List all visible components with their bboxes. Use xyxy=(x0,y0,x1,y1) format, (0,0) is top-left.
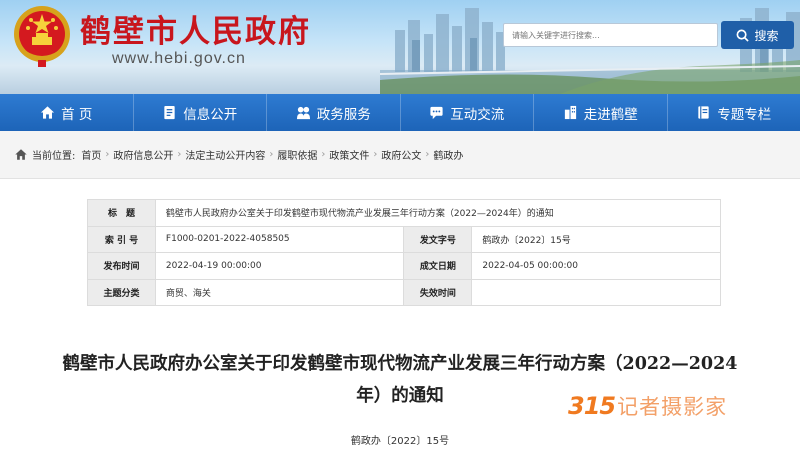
breadcrumb-separator: › xyxy=(425,149,430,160)
breadcrumb-item-official-docs[interactable]: 政府公文 xyxy=(381,147,421,162)
document-icon xyxy=(164,105,175,120)
created-value: 2022-04-05 00:00:00 xyxy=(471,252,721,280)
chat-icon xyxy=(430,106,443,120)
nav-item-about-hebi[interactable]: 走进鹤壁 xyxy=(534,94,668,131)
table-row: 主题分类 商贸、海关 失效时间 xyxy=(87,278,721,306)
table-row: 标 题 鹤壁市人民政府办公室关于印发鹤壁市现代物流产业发展三年行动方案（2022… xyxy=(87,199,722,227)
document-info-table: 标 题 鹤壁市人民政府办公室关于印发鹤壁市现代物流产业发展三年行动方案（2022… xyxy=(87,199,722,306)
site-url: www.hebi.gov.cn xyxy=(112,50,246,67)
title-label: 标 题 xyxy=(87,199,156,227)
national-emblem-icon xyxy=(14,6,70,67)
breadcrumb-separator: › xyxy=(321,149,326,160)
topic-label: 主题分类 xyxy=(87,278,156,306)
breadcrumb-item-basis[interactable]: 履职依据 xyxy=(277,147,317,162)
site-header: 鹤壁市人民政府 www.hebi.gov.cn 搜索 xyxy=(0,0,800,94)
breadcrumb-separator: › xyxy=(269,149,274,160)
breadcrumb-separator: › xyxy=(105,149,110,160)
title-value: 鹤壁市人民政府办公室关于印发鹤壁市现代物流产业发展三年行动方案（2022—202… xyxy=(154,199,722,227)
document-number: 鹤政办〔2022〕15号 xyxy=(350,436,450,447)
index-value: F1000-0201-2022-4058505 xyxy=(154,225,405,253)
expire-label: 失效时间 xyxy=(403,278,473,306)
search-button-label: 搜索 xyxy=(754,28,779,43)
nav-item-label: 信息公开 xyxy=(183,106,238,123)
nav-item-home[interactable]: 首 页 xyxy=(0,94,134,131)
breadcrumb-separator: › xyxy=(177,149,182,160)
search-button[interactable]: 搜索 xyxy=(721,21,794,49)
article-title-line: 鹤壁市人民政府办公室关于印发鹤壁市现代物流产业发展三年行动方案（2022—202… xyxy=(62,354,738,374)
breadcrumb-item-policy[interactable]: 政策文件 xyxy=(329,147,369,162)
topic-value: 商贸、海关 xyxy=(154,278,405,306)
breadcrumb-item-gov-info[interactable]: 政府信息公开 xyxy=(113,147,173,162)
nav-item-label: 政务服务 xyxy=(316,106,371,123)
home-icon xyxy=(41,106,55,119)
docno-value: 鹤政办〔2022〕15号 xyxy=(471,225,721,253)
publish-label: 发布时间 xyxy=(87,252,156,280)
book-icon xyxy=(698,106,709,119)
breadcrumb-lead-label: 当前位置: xyxy=(32,151,76,162)
main-nav: 首 页 信息公开 政务服务 互动交流 走进鹤壁 专题专栏 xyxy=(0,94,800,131)
expire-value xyxy=(471,278,721,306)
nav-item-label: 走进鹤壁 xyxy=(583,106,638,123)
site-title: 鹤壁市人民政府 xyxy=(80,14,311,50)
table-row: 索 引 号 F1000-0201-2022-4058505 发文字号 鹤政办〔2… xyxy=(87,225,721,253)
nav-item-interaction[interactable]: 互动交流 xyxy=(401,94,534,131)
building-icon xyxy=(564,105,576,120)
nav-item-special-topics[interactable]: 专题专栏 xyxy=(668,94,800,131)
breadcrumb-item-home[interactable]: 首页 xyxy=(81,147,101,162)
service-icon xyxy=(296,106,310,120)
watermark-text: 记者摄影家 xyxy=(617,395,728,419)
publish-value: 2022-04-19 00:00:00 xyxy=(154,252,405,280)
breadcrumb-item-statutory[interactable]: 法定主动公开内容 xyxy=(185,147,265,162)
breadcrumb-lead: 当前位置: xyxy=(14,147,75,162)
breadcrumb: 当前位置: 首页 › 政府信息公开 › 法定主动公开内容 › 履职依据 › 政策… xyxy=(0,131,800,179)
watermark: 315 记者摄影家 xyxy=(568,391,727,421)
nav-item-info-disclosure[interactable]: 信息公开 xyxy=(134,94,267,131)
home-icon xyxy=(15,149,27,160)
docno-label: 发文字号 xyxy=(403,225,473,253)
index-label: 索 引 号 xyxy=(87,225,156,253)
nav-item-label: 互动交流 xyxy=(450,106,505,123)
breadcrumb-separator: › xyxy=(373,149,378,160)
breadcrumb-item-current[interactable]: 鹤政办 xyxy=(433,147,463,162)
nav-item-label: 专题专栏 xyxy=(717,106,772,123)
nav-item-gov-services[interactable]: 政务服务 xyxy=(267,94,401,131)
created-label: 成文日期 xyxy=(403,252,473,280)
watermark-number: 315 xyxy=(568,392,616,420)
nav-item-label: 首 页 xyxy=(61,106,93,123)
search-input[interactable] xyxy=(503,23,718,47)
table-row: 发布时间 2022-04-19 00:00:00 成文日期 2022-04-05… xyxy=(87,252,721,280)
search-icon xyxy=(737,29,750,42)
